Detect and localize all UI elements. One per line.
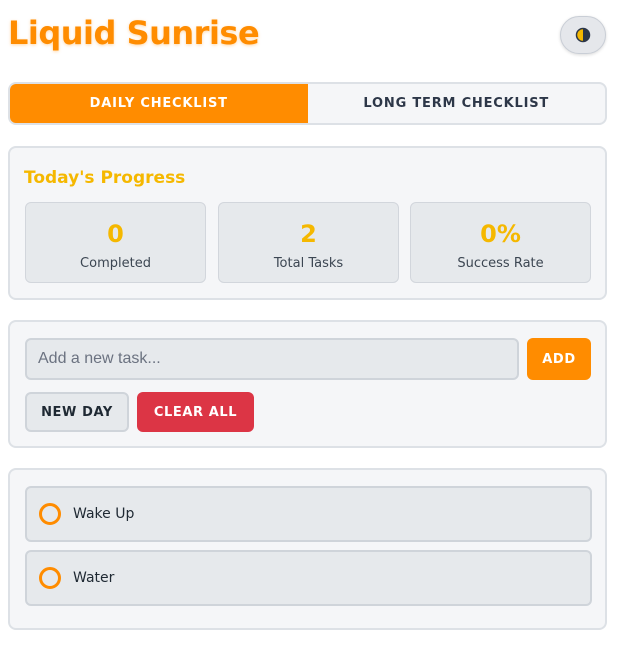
stat-success-rate-value: 0% — [480, 220, 521, 248]
task-item[interactable]: Water — [25, 550, 592, 606]
new-task-input[interactable] — [25, 338, 519, 380]
half-moon-icon — [575, 27, 591, 43]
task-list-card: Wake Up Water — [8, 468, 607, 630]
task-text: Water — [73, 570, 115, 586]
checklist-tabs: DAILY CHECKLIST LONG TERM CHECKLIST — [8, 82, 607, 125]
app-root: Liquid Sunrise DAILY CHECKLIST LONG TERM… — [0, 0, 619, 645]
task-text: Wake Up — [73, 506, 135, 522]
add-task-button[interactable]: ADD — [527, 338, 591, 380]
stat-success-rate: 0% Success Rate — [410, 202, 591, 283]
app-title: Liquid Sunrise — [8, 14, 260, 52]
task-checkbox[interactable] — [39, 503, 61, 525]
task-checkbox[interactable] — [39, 567, 61, 589]
theme-toggle-button[interactable] — [560, 16, 606, 54]
tab-daily-checklist[interactable]: DAILY CHECKLIST — [10, 84, 308, 123]
new-day-button[interactable]: NEW DAY — [25, 392, 129, 432]
stat-total-tasks-label: Total Tasks — [273, 256, 344, 271]
clear-all-button[interactable]: CLEAR ALL — [137, 392, 254, 432]
progress-title: Today's Progress — [24, 168, 186, 188]
tab-long-term-checklist[interactable]: LONG TERM CHECKLIST — [308, 84, 606, 123]
stat-completed-label: Completed — [80, 256, 151, 271]
task-item[interactable]: Wake Up — [25, 486, 592, 542]
task-entry-card: ADD NEW DAY CLEAR ALL — [8, 320, 607, 448]
stat-completed-value: 0 — [107, 220, 124, 248]
stat-success-rate-label: Success Rate — [457, 256, 544, 271]
stat-completed: 0 Completed — [25, 202, 206, 283]
stat-total-tasks: 2 Total Tasks — [218, 202, 399, 283]
stat-total-tasks-value: 2 — [300, 220, 317, 248]
progress-card: Today's Progress 0 Completed 2 Total Tas… — [8, 146, 607, 300]
